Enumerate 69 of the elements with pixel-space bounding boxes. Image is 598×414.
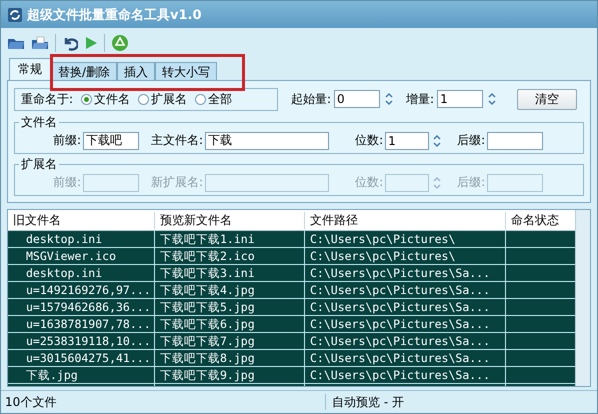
table-cell: C:\Users\pc\Pictures\ bbox=[305, 231, 506, 247]
table-cell: C:\Users\pc\Pictures\Sa... bbox=[305, 299, 506, 315]
radio-option[interactable]: 全部 bbox=[195, 90, 232, 108]
field-label: 位数: bbox=[355, 174, 384, 191]
table-cell: u=1638781907,78... bbox=[8, 316, 155, 332]
table-cell: C:\Users\pc\Pictures\Sa... bbox=[305, 316, 506, 332]
table-cell: u=1492169276,97... bbox=[8, 282, 155, 298]
tab[interactable]: 常规 bbox=[9, 58, 51, 80]
table-cell: desktop.ini bbox=[8, 231, 155, 247]
group-title: 文件名 bbox=[20, 114, 58, 131]
table-cell: 下载吧下载2.ico bbox=[155, 248, 305, 264]
field-label: 新扩展名: bbox=[151, 174, 204, 191]
window-title: 超级文件批量重命名工具v1.0 bbox=[27, 6, 202, 24]
status-text: 自动预览 - 开 bbox=[332, 394, 404, 410]
input-field[interactable]: 下载 bbox=[205, 132, 330, 150]
field-label: 前缀: bbox=[53, 174, 82, 191]
radio-option[interactable]: 文件名 bbox=[81, 90, 130, 108]
table-cell: 下载吧下载6.jpg bbox=[155, 316, 305, 332]
open-folder-icon[interactable] bbox=[31, 35, 49, 51]
table-cell: 下载吧下载5.jpg bbox=[155, 299, 305, 315]
table-cell: 下载吧下载1.ini bbox=[155, 231, 305, 247]
table-cell: C:\Users\pc\Pictures\ bbox=[305, 248, 506, 264]
field-label: 后缀: bbox=[457, 132, 486, 149]
clear-button[interactable]: 清空 bbox=[517, 88, 578, 110]
table-cell: C:\Users\pc\Pictures\Sa... bbox=[305, 350, 506, 366]
table-cell: 下载吧下载8.jpg bbox=[155, 350, 305, 366]
table-cell: 下载吧下载7.jpg bbox=[155, 333, 305, 349]
column-header[interactable]: 文件路径 bbox=[305, 212, 506, 228]
rename-target-label: 重命名于: bbox=[21, 90, 74, 108]
status-text: 10个文件 bbox=[4, 394, 58, 410]
field-label: 后缀: bbox=[457, 174, 486, 191]
undo-icon[interactable] bbox=[62, 35, 78, 51]
table-cell: 下载吧下载3.ini bbox=[155, 265, 305, 281]
table-cell: MSGViewer.ico bbox=[8, 248, 155, 264]
table-cell: desktop.ini bbox=[8, 265, 155, 281]
spinner-icon[interactable] bbox=[383, 91, 396, 107]
input-field[interactable]: 下载吧 bbox=[83, 132, 140, 150]
table-cell: u=2538319118,10... bbox=[8, 333, 155, 349]
input-field[interactable] bbox=[487, 132, 544, 150]
recycle-icon[interactable] bbox=[111, 34, 129, 52]
table-cell: C:\Users\pc\Pictures\Sa... bbox=[305, 333, 506, 349]
field-label: 增量: bbox=[406, 90, 434, 108]
column-header[interactable]: 旧文件名 bbox=[8, 212, 155, 228]
field-label: 起始量: bbox=[291, 90, 332, 108]
table-cell: C:\Users\pc\Pictures\Sa... bbox=[305, 367, 506, 383]
table-cell: u=3015604275,41... bbox=[8, 350, 155, 366]
table-cell: C:\Users\pc\Pictures\Sa... bbox=[305, 265, 506, 281]
input-field[interactable]: 0 bbox=[334, 90, 380, 108]
play-icon[interactable] bbox=[84, 35, 98, 51]
table-cell: C:\Users\pc\Pictures\Sa... bbox=[305, 282, 506, 298]
field-label: 主文件名: bbox=[151, 132, 204, 149]
column-header[interactable]: 预览新文件名 bbox=[155, 212, 305, 228]
app-icon bbox=[7, 6, 23, 22]
field-label: 前缀: bbox=[53, 132, 82, 149]
tab[interactable]: 替换/删除 bbox=[51, 62, 118, 80]
table-cell: u=1579462686,36... bbox=[8, 299, 155, 315]
table-cell: 下载.jpg bbox=[8, 367, 155, 383]
radio-option[interactable]: 扩展名 bbox=[138, 90, 188, 108]
field-label: 位数: bbox=[355, 132, 384, 149]
input-field[interactable]: 1 bbox=[385, 132, 430, 150]
tab[interactable]: 插入 bbox=[117, 62, 156, 80]
spinner-icon[interactable] bbox=[431, 132, 444, 148]
tab[interactable]: 转大小写 bbox=[155, 62, 218, 80]
input-field[interactable]: 1 bbox=[437, 90, 484, 108]
table-cell: 下载吧下载4.jpg bbox=[155, 282, 305, 298]
spinner-icon[interactable] bbox=[486, 91, 498, 107]
scrollbar[interactable] bbox=[575, 210, 590, 386]
table-cell: 下载吧下载9.jpg bbox=[155, 367, 305, 383]
group-title: 扩展名 bbox=[20, 156, 58, 173]
